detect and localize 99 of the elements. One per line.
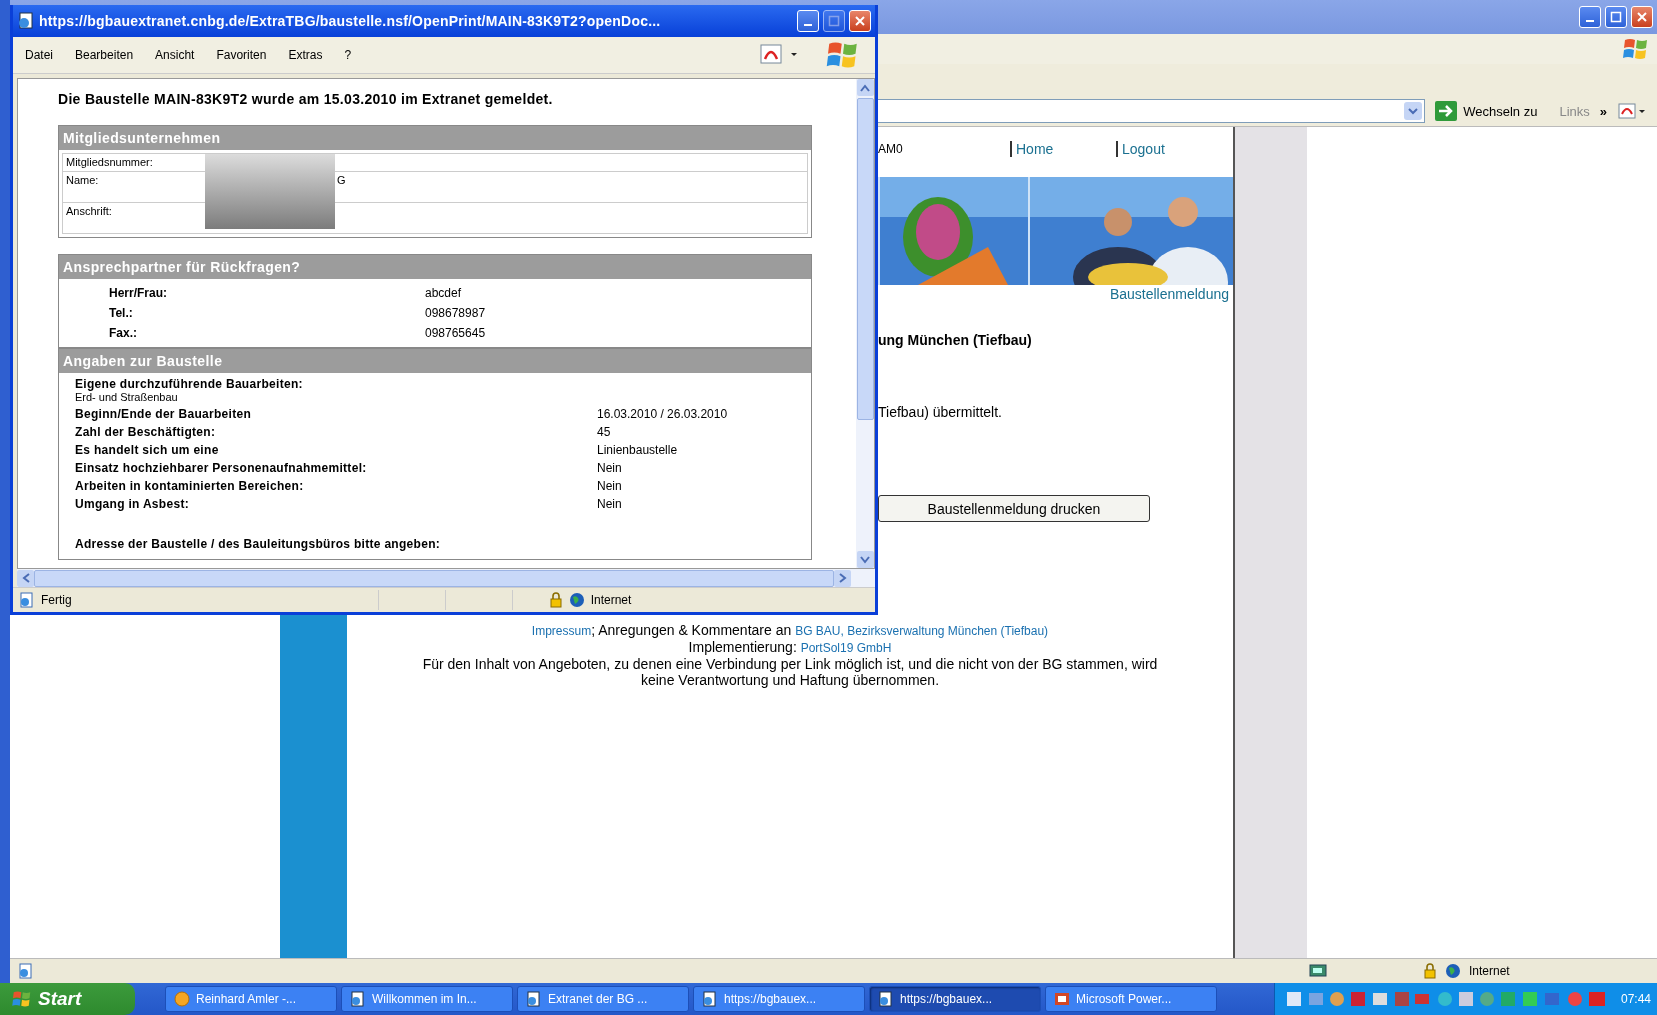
- scroll-left-button[interactable]: [17, 569, 34, 587]
- taskbar-button[interactable]: Microsoft Power...: [1045, 986, 1217, 1012]
- maximize-icon: [828, 15, 840, 27]
- close-icon: [1636, 11, 1648, 23]
- menu-item[interactable]: ?: [344, 48, 352, 62]
- maximize-icon: [1610, 11, 1622, 23]
- flag-icon: [12, 990, 32, 1008]
- caret-icon: [21, 573, 30, 583]
- menu-item[interactable]: Bearbeiten: [75, 48, 134, 62]
- scroll-down-button[interactable]: [856, 551, 874, 568]
- print-button[interactable]: Baustellenmeldung drucken: [878, 495, 1150, 522]
- status-message: Tiefbau) übermittelt.: [878, 404, 1003, 420]
- globe-icon: [568, 592, 585, 608]
- window-title: https://bgbauextranet.cnbg.de/ExtraTBG/baustelle.nsf/OpenPrint/MAIN-83K9T2?openDoc...: [39, 13, 662, 29]
- section-header: Ansprechpartner für Rückfragen?: [59, 255, 811, 279]
- page-heading: Die Baustelle MAIN-83K9T2 wurde am 15.03.2010 im Extranet gemeldet.: [58, 91, 554, 107]
- disclaimer-text: Für den Inhalt von Angeboten, zu denen eine Verbindung per Link möglich ist, und die nicht von der BG stammen, wird keine Verantwortung und Haftung übernommen.: [421, 656, 1159, 688]
- menu-item[interactable]: Extras: [288, 48, 323, 62]
- field-value: Nein: [597, 461, 622, 475]
- field-label: Es handelt sich um eine: [75, 443, 220, 457]
- section-header: Angaben zur Baustelle: [59, 349, 811, 373]
- field-value: 16.03.2010 / 26.03.2010: [597, 407, 728, 421]
- page-icon: [18, 963, 34, 979]
- page-icon: [702, 991, 718, 1007]
- field-label: Umgang in Asbest:: [75, 497, 190, 511]
- nav-link[interactable]: Logout: [1116, 141, 1222, 157]
- minimize-button[interactable]: [1579, 6, 1601, 28]
- caret-icon: [838, 573, 847, 583]
- zone-label: Internet: [590, 593, 632, 607]
- field-label: Beginn/Ende der Bauarbeiten: [75, 407, 253, 421]
- vertical-scrollbar[interactable]: [856, 79, 874, 568]
- page-icon: [350, 991, 366, 1007]
- user-label: AM0: [878, 142, 904, 156]
- page-icon: [19, 592, 35, 608]
- taskbar-button[interactable]: Reinhard Amler -...: [165, 986, 337, 1012]
- field-label: Zahl der Beschäftigten:: [75, 425, 217, 439]
- links-label[interactable]: Links: [1559, 103, 1590, 119]
- field-label: Einsatz hochziehbarer Personenaufnahmemittel:: [75, 461, 368, 475]
- field-label: Eigene durchzuführende Bauarbeiten:: [75, 377, 304, 391]
- lock-icon: [548, 592, 563, 608]
- field-value: Nein: [597, 497, 622, 511]
- field-label: Adresse der Baustelle / des Bauleitungsbüros bitte angeben:: [75, 537, 442, 551]
- status-text: Fertig: [41, 593, 72, 607]
- field-label: Herr/Frau:: [108, 286, 168, 300]
- scroll-up-button[interactable]: [856, 79, 874, 96]
- lock-icon: [1423, 963, 1437, 979]
- taskbar-button[interactable]: Extranet der BG ...: [517, 986, 689, 1012]
- close-button[interactable]: [849, 10, 871, 32]
- field-value: G: [336, 173, 346, 188]
- field-label: Anschrift:: [65, 204, 113, 219]
- field-label: Tel.:: [108, 306, 134, 320]
- taskbar-button[interactable]: https://bgbauex...: [869, 986, 1041, 1012]
- field-value: 098678987: [425, 306, 486, 320]
- field-label: Mitgliedsnummer:: [65, 155, 154, 170]
- caret-icon: [860, 555, 870, 564]
- zone-label: Internet: [1469, 964, 1511, 978]
- taskbar-button[interactable]: https://bgbauex...: [693, 986, 865, 1012]
- field-value: Linienbaustelle: [597, 443, 678, 457]
- section-header: Mitgliedsunternehmen: [59, 126, 811, 150]
- footer-text: Implementierung: PortSol19 GmbH: [687, 639, 893, 656]
- close-button[interactable]: [1631, 6, 1653, 28]
- menu-item[interactable]: Favoriten: [216, 48, 267, 62]
- footer-text: Impressum; Anregungen & Kommentare an BG BAU, Bezirksverwaltung München (Tiefbau): [530, 622, 1050, 639]
- more-link[interactable]: »: [1599, 103, 1607, 119]
- nav-link[interactable]: Home: [1010, 141, 1116, 157]
- minimize-button[interactable]: [797, 10, 819, 32]
- field-value: 098765645: [425, 326, 486, 340]
- go-button[interactable]: Wechseln zu: [1435, 101, 1538, 121]
- minimize-icon: [1586, 20, 1594, 22]
- caret-icon: [860, 83, 870, 92]
- contact-link[interactable]: BG BAU, Bezirksverwaltung München (Tiefbau): [795, 624, 1049, 638]
- field-label: Name:: [65, 173, 100, 188]
- page-icon: [878, 991, 894, 1007]
- banner-caption: Baustellenmeldung: [1109, 286, 1230, 302]
- flag-logo: [1623, 37, 1649, 61]
- maximize-button[interactable]: [1605, 6, 1627, 28]
- taskbar-button[interactable]: Willkommen im In...: [341, 986, 513, 1012]
- maximize-button[interactable]: [823, 10, 845, 32]
- scroll-thumb[interactable]: [856, 98, 874, 420]
- field-label: Arbeiten in kontaminierten Bereichen:: [75, 479, 305, 493]
- clock: 07:44: [1620, 992, 1651, 1006]
- slides-icon: [1054, 991, 1070, 1007]
- dropdown-icon: [1404, 102, 1423, 120]
- page-icon: [17, 12, 35, 30]
- minimize-icon: [804, 24, 812, 26]
- field-value: abcdef: [425, 286, 462, 300]
- page-heading: ung München (Tiefbau): [878, 332, 1033, 348]
- start-button[interactable]: Start: [0, 983, 135, 1015]
- field-value: Erd- und Straßenbau: [75, 391, 179, 403]
- vendor-link[interactable]: PortSol19 GmbH: [800, 641, 892, 655]
- field-value: Nein: [597, 479, 622, 493]
- globe-icon: [1445, 963, 1461, 979]
- scroll-right-button[interactable]: [834, 569, 851, 587]
- page-icon: [526, 991, 542, 1007]
- menu-item[interactable]: Ansicht: [155, 48, 195, 62]
- field-value: 45: [597, 425, 611, 439]
- field-label: Fax.:: [108, 326, 138, 340]
- close-icon: [854, 15, 866, 27]
- menu-item[interactable]: Datei: [25, 48, 53, 62]
